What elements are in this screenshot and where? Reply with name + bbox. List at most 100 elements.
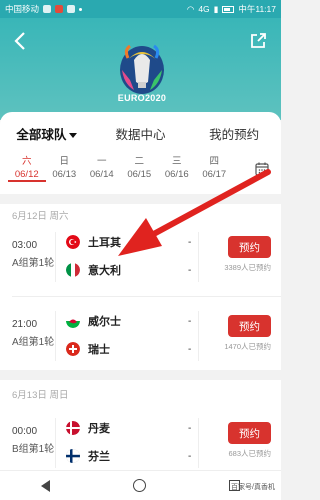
day-weekday: 一 [96,156,107,167]
team-row: 意大利 [66,262,121,278]
day-item[interactable]: 六 06/12 [8,156,46,190]
day-item[interactable]: 三 06/16 [158,156,196,190]
divider [198,232,199,282]
day-weekday: 四 [209,156,219,167]
wifi-icon: ◠ [186,3,195,14]
booking-count: 1470人已预约 [224,342,271,351]
euro2020-logo-text: EURO2020 [117,93,167,103]
booking-count: 3389人已预约 [224,263,271,272]
team-name: 芬兰 [88,451,110,463]
match-group: A组第1轮 [12,337,55,348]
match-time: 03:00 [12,240,38,251]
calendar-icon[interactable] [255,162,269,176]
day-date: 06/16 [164,169,189,180]
tab-all-teams[interactable]: 全部球队 [0,124,94,146]
match-group: A组第1轮 [12,258,55,269]
match-time: 21:00 [12,319,38,330]
team-name: 瑞士 [88,344,110,356]
section-date-label: 6月13日 周日 [12,390,69,401]
wales-flag-icon [66,314,80,328]
denmark-flag-icon [66,421,80,435]
date-strip: 六 06/12 日 06/13 一 06/14 二 06/15 三 06/16 四 06/1… [0,156,281,190]
team-name: 威尔士 [88,316,121,328]
more-notifications-icon [79,7,83,11]
team-name: 意大利 [88,265,121,277]
team-row: 芬兰 [66,448,110,464]
score: - [188,423,192,434]
divider [55,232,56,282]
day-date: 06/14 [89,169,114,180]
match-card[interactable]: 03:00 A组第1轮 土耳其 意大利 - - 预约 3389人已预约 [0,226,281,288]
section-divider [0,194,281,204]
nav-home-icon[interactable] [132,479,146,492]
share-button[interactable] [249,32,269,52]
match-card[interactable]: 00:00 B组第1轮 丹麦 芬兰 - - 预约 683人已预约 [0,412,281,474]
day-weekday: 六 [21,156,32,167]
tab-label: 全部球队 [16,128,67,142]
book-button[interactable]: 预约 [228,236,271,258]
day-weekday: 日 [59,156,69,167]
booking-count: 683人已预约 [228,449,271,458]
network-label: 4G [198,4,210,14]
caret-down-icon [69,133,78,139]
match-card[interactable]: 21:00 A组第1轮 威尔士 瑞士 - - 预约 1470人已预约 [0,305,281,367]
tab-my-bookings[interactable]: 我的预约 [187,124,281,146]
day-date: 06/15 [127,169,152,180]
day-item[interactable]: 日 06/13 [46,156,84,190]
divider [55,418,56,468]
tab-data-center[interactable]: 数据中心 [94,124,188,146]
row-divider [12,296,281,297]
tab-label: 数据中心 [115,128,166,142]
team-row: 威尔士 [66,313,121,329]
watermark: 百家号/真香机 [231,484,275,491]
back-button[interactable] [14,32,26,54]
app-notification-icon [55,5,64,13]
divider [198,311,199,361]
header-banner: EURO2020 [0,18,281,120]
score: - [188,265,192,276]
team-row: 瑞士 [66,341,110,357]
team-row: 丹麦 [66,420,110,436]
switzerland-flag-icon [66,342,80,356]
carrier-label: 中国移动 [5,4,40,14]
book-button[interactable]: 预约 [228,315,271,337]
battery-icon [222,5,235,13]
share-icon [251,33,266,48]
day-item[interactable]: 二 06/15 [121,156,159,190]
team-name: 土耳其 [88,237,121,249]
team-name: 丹麦 [88,423,110,435]
day-date: 06/17 [202,169,227,180]
match-group: B组第1轮 [12,444,55,455]
day-weekday: 二 [134,156,144,167]
book-button[interactable]: 预约 [228,422,271,444]
score: - [188,344,192,355]
day-item[interactable]: 四 06/17 [196,156,234,190]
app-notification-icon [67,5,76,13]
clock: 中午11:17 [238,4,276,14]
day-weekday: 三 [171,156,182,167]
section-divider [0,370,281,380]
tab-label: 我的预约 [209,128,260,142]
chevron-left-icon [14,32,25,50]
score: - [188,316,192,327]
tab-bar: 全部球队 数据中心 我的预约 [0,124,281,146]
content-panel: 全部球队 数据中心 我的预约 六 06/12 日 06/13 一 06/14 二 06/… [0,112,281,500]
score: - [188,451,192,462]
status-bar: 中国移动 ◠ 4G ▮ 中午11:17 [0,0,281,18]
finland-flag-icon [66,449,80,463]
divider [55,311,56,361]
match-time: 00:00 [12,426,38,437]
signal-icon: ▮ [213,3,219,14]
team-row: 土耳其 [66,234,121,250]
day-item[interactable]: 一 06/14 [83,156,121,190]
turkey-flag-icon [66,235,80,249]
italy-flag-icon [66,263,80,277]
app-notification-icon [43,5,52,13]
divider [198,418,199,468]
euro2020-trophy-logo [120,44,164,94]
section-date-label: 6月12日 周六 [12,211,69,222]
nav-back-icon[interactable] [41,479,51,492]
day-date: 06/12 [8,168,46,182]
score: - [188,237,192,248]
day-date: 06/13 [52,169,77,180]
